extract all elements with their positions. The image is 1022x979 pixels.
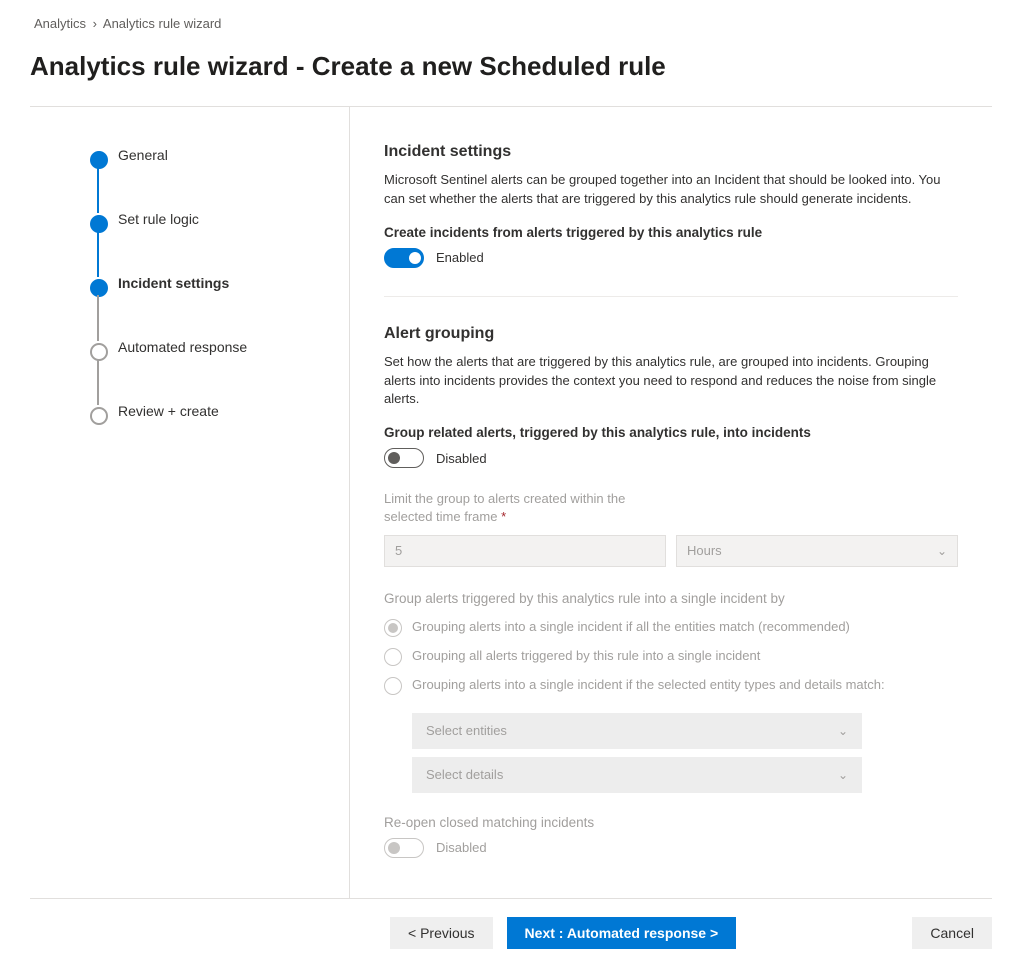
reopen-label: Re-open closed matching incidents [384, 815, 958, 830]
reopen-toggle[interactable] [384, 838, 424, 858]
previous-button[interactable]: < Previous [390, 917, 493, 949]
create-incidents-state: Enabled [436, 250, 484, 265]
group-method-option-0[interactable]: Grouping alerts into a single incident i… [384, 618, 958, 637]
alert-grouping-desc: Set how the alerts that are triggered by… [384, 353, 958, 410]
wizard-step-automated-response[interactable]: Automated response [90, 339, 329, 403]
wizard-step-label: Automated response [118, 339, 247, 355]
divider [384, 296, 958, 297]
radio-label: Grouping all alerts triggered by this ru… [412, 647, 760, 665]
radio-icon [384, 648, 402, 666]
breadcrumb-root[interactable]: Analytics [34, 16, 86, 31]
group-related-toggle[interactable] [384, 448, 424, 468]
create-incidents-toggle[interactable] [384, 248, 424, 268]
wizard-step-set-rule-logic[interactable]: Set rule logic [90, 211, 329, 275]
select-details-dropdown[interactable]: Select details ⌄ [412, 757, 862, 793]
group-method-label: Group alerts triggered by this analytics… [384, 591, 958, 606]
breadcrumb: Analytics › Analytics rule wizard [30, 10, 992, 51]
chevron-down-icon: ⌄ [838, 768, 848, 782]
cancel-button[interactable]: Cancel [912, 917, 992, 949]
chevron-down-icon: ⌄ [937, 544, 947, 558]
group-related-label: Group related alerts, triggered by this … [384, 425, 958, 440]
next-button[interactable]: Next : Automated response > [507, 917, 737, 949]
timeframe-value-input[interactable] [384, 535, 666, 567]
breadcrumb-current: Analytics rule wizard [103, 16, 222, 31]
group-related-state: Disabled [436, 451, 487, 466]
group-method-option-2[interactable]: Grouping alerts into a single incident i… [384, 676, 958, 695]
wizard-step-incident-settings[interactable]: Incident settings [90, 275, 329, 339]
radio-icon [384, 619, 402, 637]
radio-icon [384, 677, 402, 695]
reopen-state: Disabled [436, 840, 487, 855]
page-title: Analytics rule wizard - Create a new Sch… [30, 51, 992, 82]
chevron-right-icon: › [93, 16, 97, 31]
chevron-down-icon: ⌄ [838, 724, 848, 738]
wizard-footer: < Previous Next : Automated response > C… [30, 899, 992, 949]
wizard-step-label: General [118, 147, 168, 163]
timeframe-unit-select[interactable]: Hours ⌄ [676, 535, 958, 567]
create-incidents-label: Create incidents from alerts triggered b… [384, 225, 958, 240]
wizard-content: Incident settings Microsoft Sentinel ale… [350, 107, 992, 898]
group-method-option-1[interactable]: Grouping all alerts triggered by this ru… [384, 647, 958, 666]
select-entities-dropdown[interactable]: Select entities ⌄ [412, 713, 862, 749]
radio-label: Grouping alerts into a single incident i… [412, 618, 850, 636]
timeframe-label: Limit the group to alerts created within… [384, 490, 684, 526]
wizard-step-general[interactable]: General [90, 147, 329, 211]
incident-settings-desc: Microsoft Sentinel alerts can be grouped… [384, 171, 958, 209]
wizard-sidebar: General Set rule logic Incident settings Au… [30, 107, 350, 898]
wizard-step-label: Set rule logic [118, 211, 199, 227]
incident-settings-heading: Incident settings [384, 143, 958, 161]
wizard-step-review-create[interactable]: Review + create [90, 403, 329, 467]
alert-grouping-heading: Alert grouping [384, 325, 958, 343]
wizard-step-label: Review + create [118, 403, 219, 419]
radio-label: Grouping alerts into a single incident i… [412, 676, 885, 694]
wizard-step-label: Incident settings [118, 275, 229, 291]
